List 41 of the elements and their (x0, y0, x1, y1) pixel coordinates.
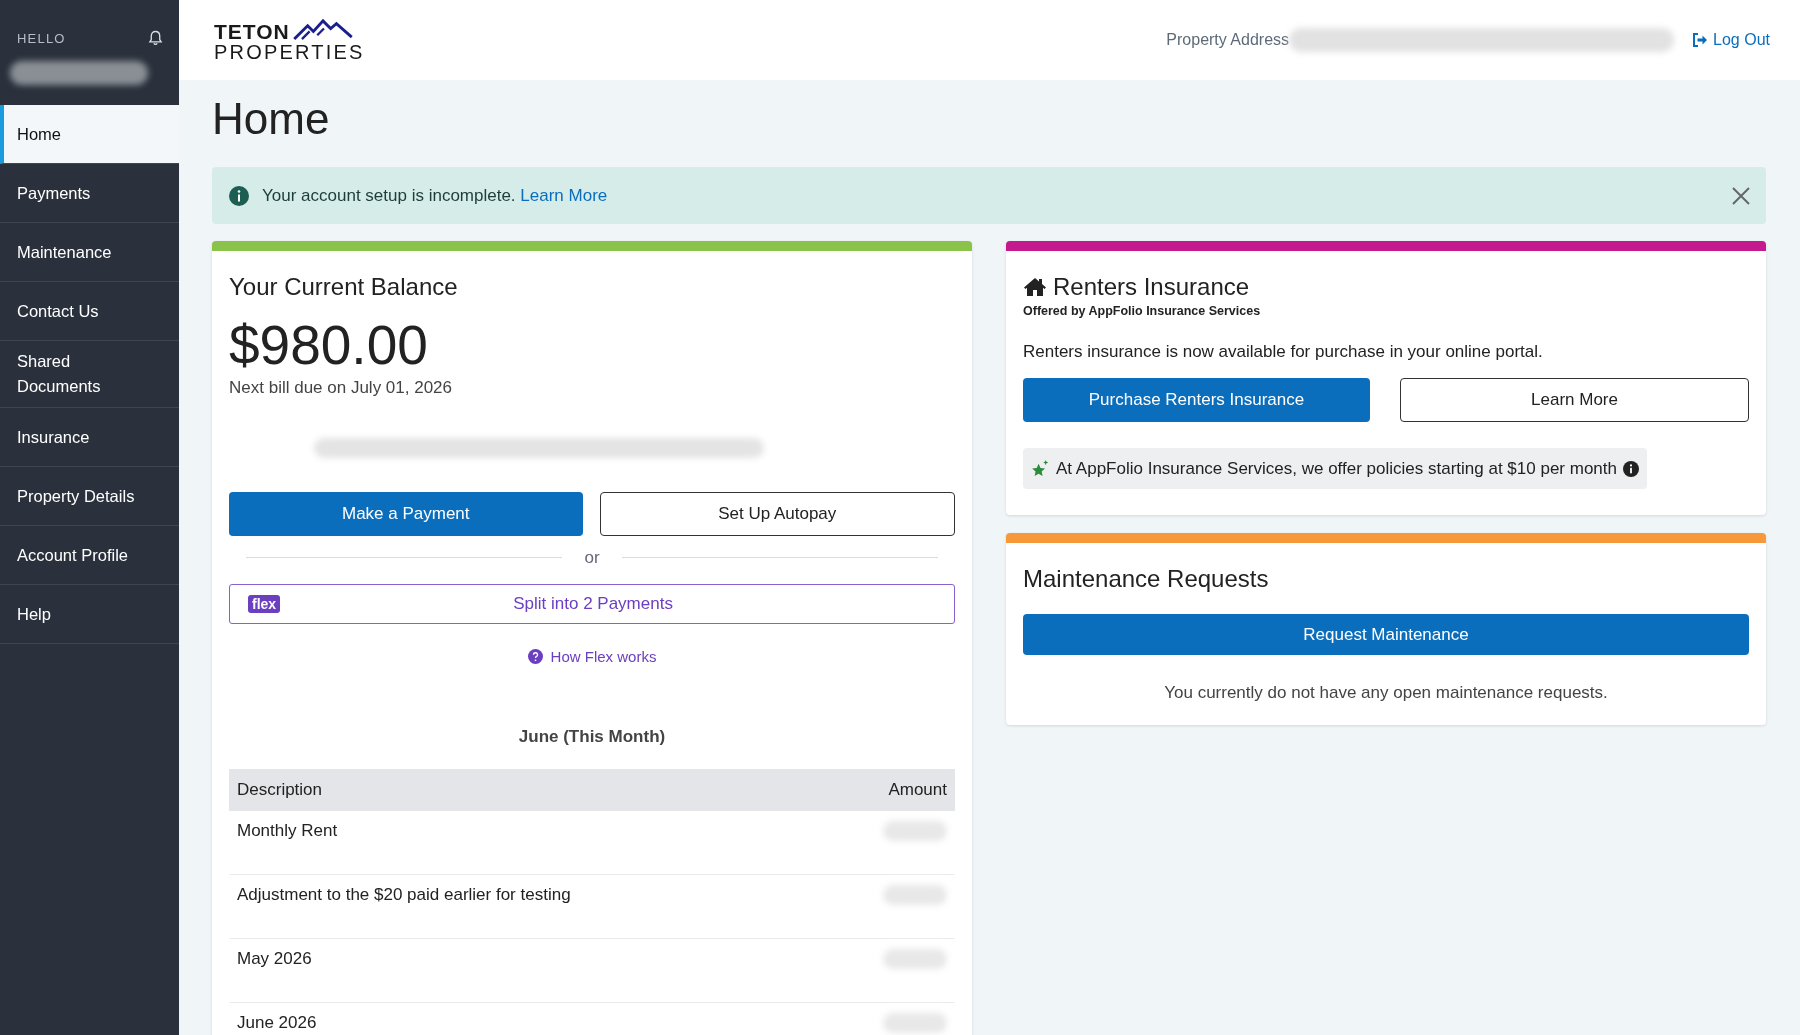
insurance-description: Renters insurance is now available for purchase in your online portal. (1023, 342, 1544, 362)
house-icon (1023, 277, 1047, 297)
sparkle-star-icon (1031, 459, 1050, 478)
logout-link[interactable]: Log Out (1692, 31, 1770, 49)
info-icon[interactable] (1623, 460, 1639, 477)
request-maintenance-button[interactable]: Request Maintenance (1023, 614, 1749, 655)
empty-state-text: You currently do not have any open maintenance requests. (1163, 683, 1609, 703)
card-title: Your Current Balance (229, 273, 459, 301)
purchase-insurance-button[interactable]: Purchase Renters Insurance (1023, 378, 1370, 422)
bell-icon[interactable] (148, 30, 163, 47)
company-logo[interactable]: TETON PROPERTIES (214, 18, 365, 62)
learn-more-button[interactable]: Learn More (1400, 378, 1749, 422)
logout-icon (1692, 33, 1709, 47)
property-address-label: Property Address (1166, 31, 1290, 49)
card-title: Maintenance Requests (1023, 565, 1270, 593)
column-header: Amount (819, 768, 955, 811)
card-subtitle: Offered by AppFolio Insurance Services (1023, 304, 1262, 318)
split-payment-button[interactable]: flex Split into 2 Payments (229, 583, 955, 624)
table-cell: June 2026 (237, 1013, 317, 1032)
make-payment-button[interactable]: Make a Payment (229, 491, 583, 536)
how-flex-works-link[interactable]: How Flex works (527, 647, 657, 665)
page-title: Home (212, 94, 331, 144)
close-icon[interactable] (1732, 186, 1750, 205)
card-title: Renters Insurance (1053, 273, 1250, 301)
table-cell: May 2026 (237, 949, 312, 968)
balance-amount: $980.00 (229, 315, 429, 376)
greeting-label: HELLO (17, 31, 66, 46)
due-date-text: Next bill due on July 01, 2026 (229, 377, 454, 398)
autopay-button[interactable]: Set Up Autopay (599, 491, 955, 536)
nav-item[interactable]: Home (0, 105, 179, 164)
or-label: or (584, 547, 600, 568)
table-cell: Adjustment to the $20 paid earlier for testing (237, 885, 571, 904)
learn-more-link[interactable]: Learn More (520, 185, 608, 205)
help-icon (527, 648, 543, 664)
offer-text: At AppFolio Insurance Services, we offer policies starting at $10 per month (1056, 458, 1617, 479)
column-header: Description (229, 768, 820, 811)
info-icon (229, 185, 249, 206)
alert-message: Your account setup is incomplete. Learn More (262, 185, 609, 206)
period-heading: June (This Month) (517, 726, 667, 747)
flex-badge: flex (248, 594, 281, 613)
table-cell: Monthly Rent (237, 820, 338, 840)
